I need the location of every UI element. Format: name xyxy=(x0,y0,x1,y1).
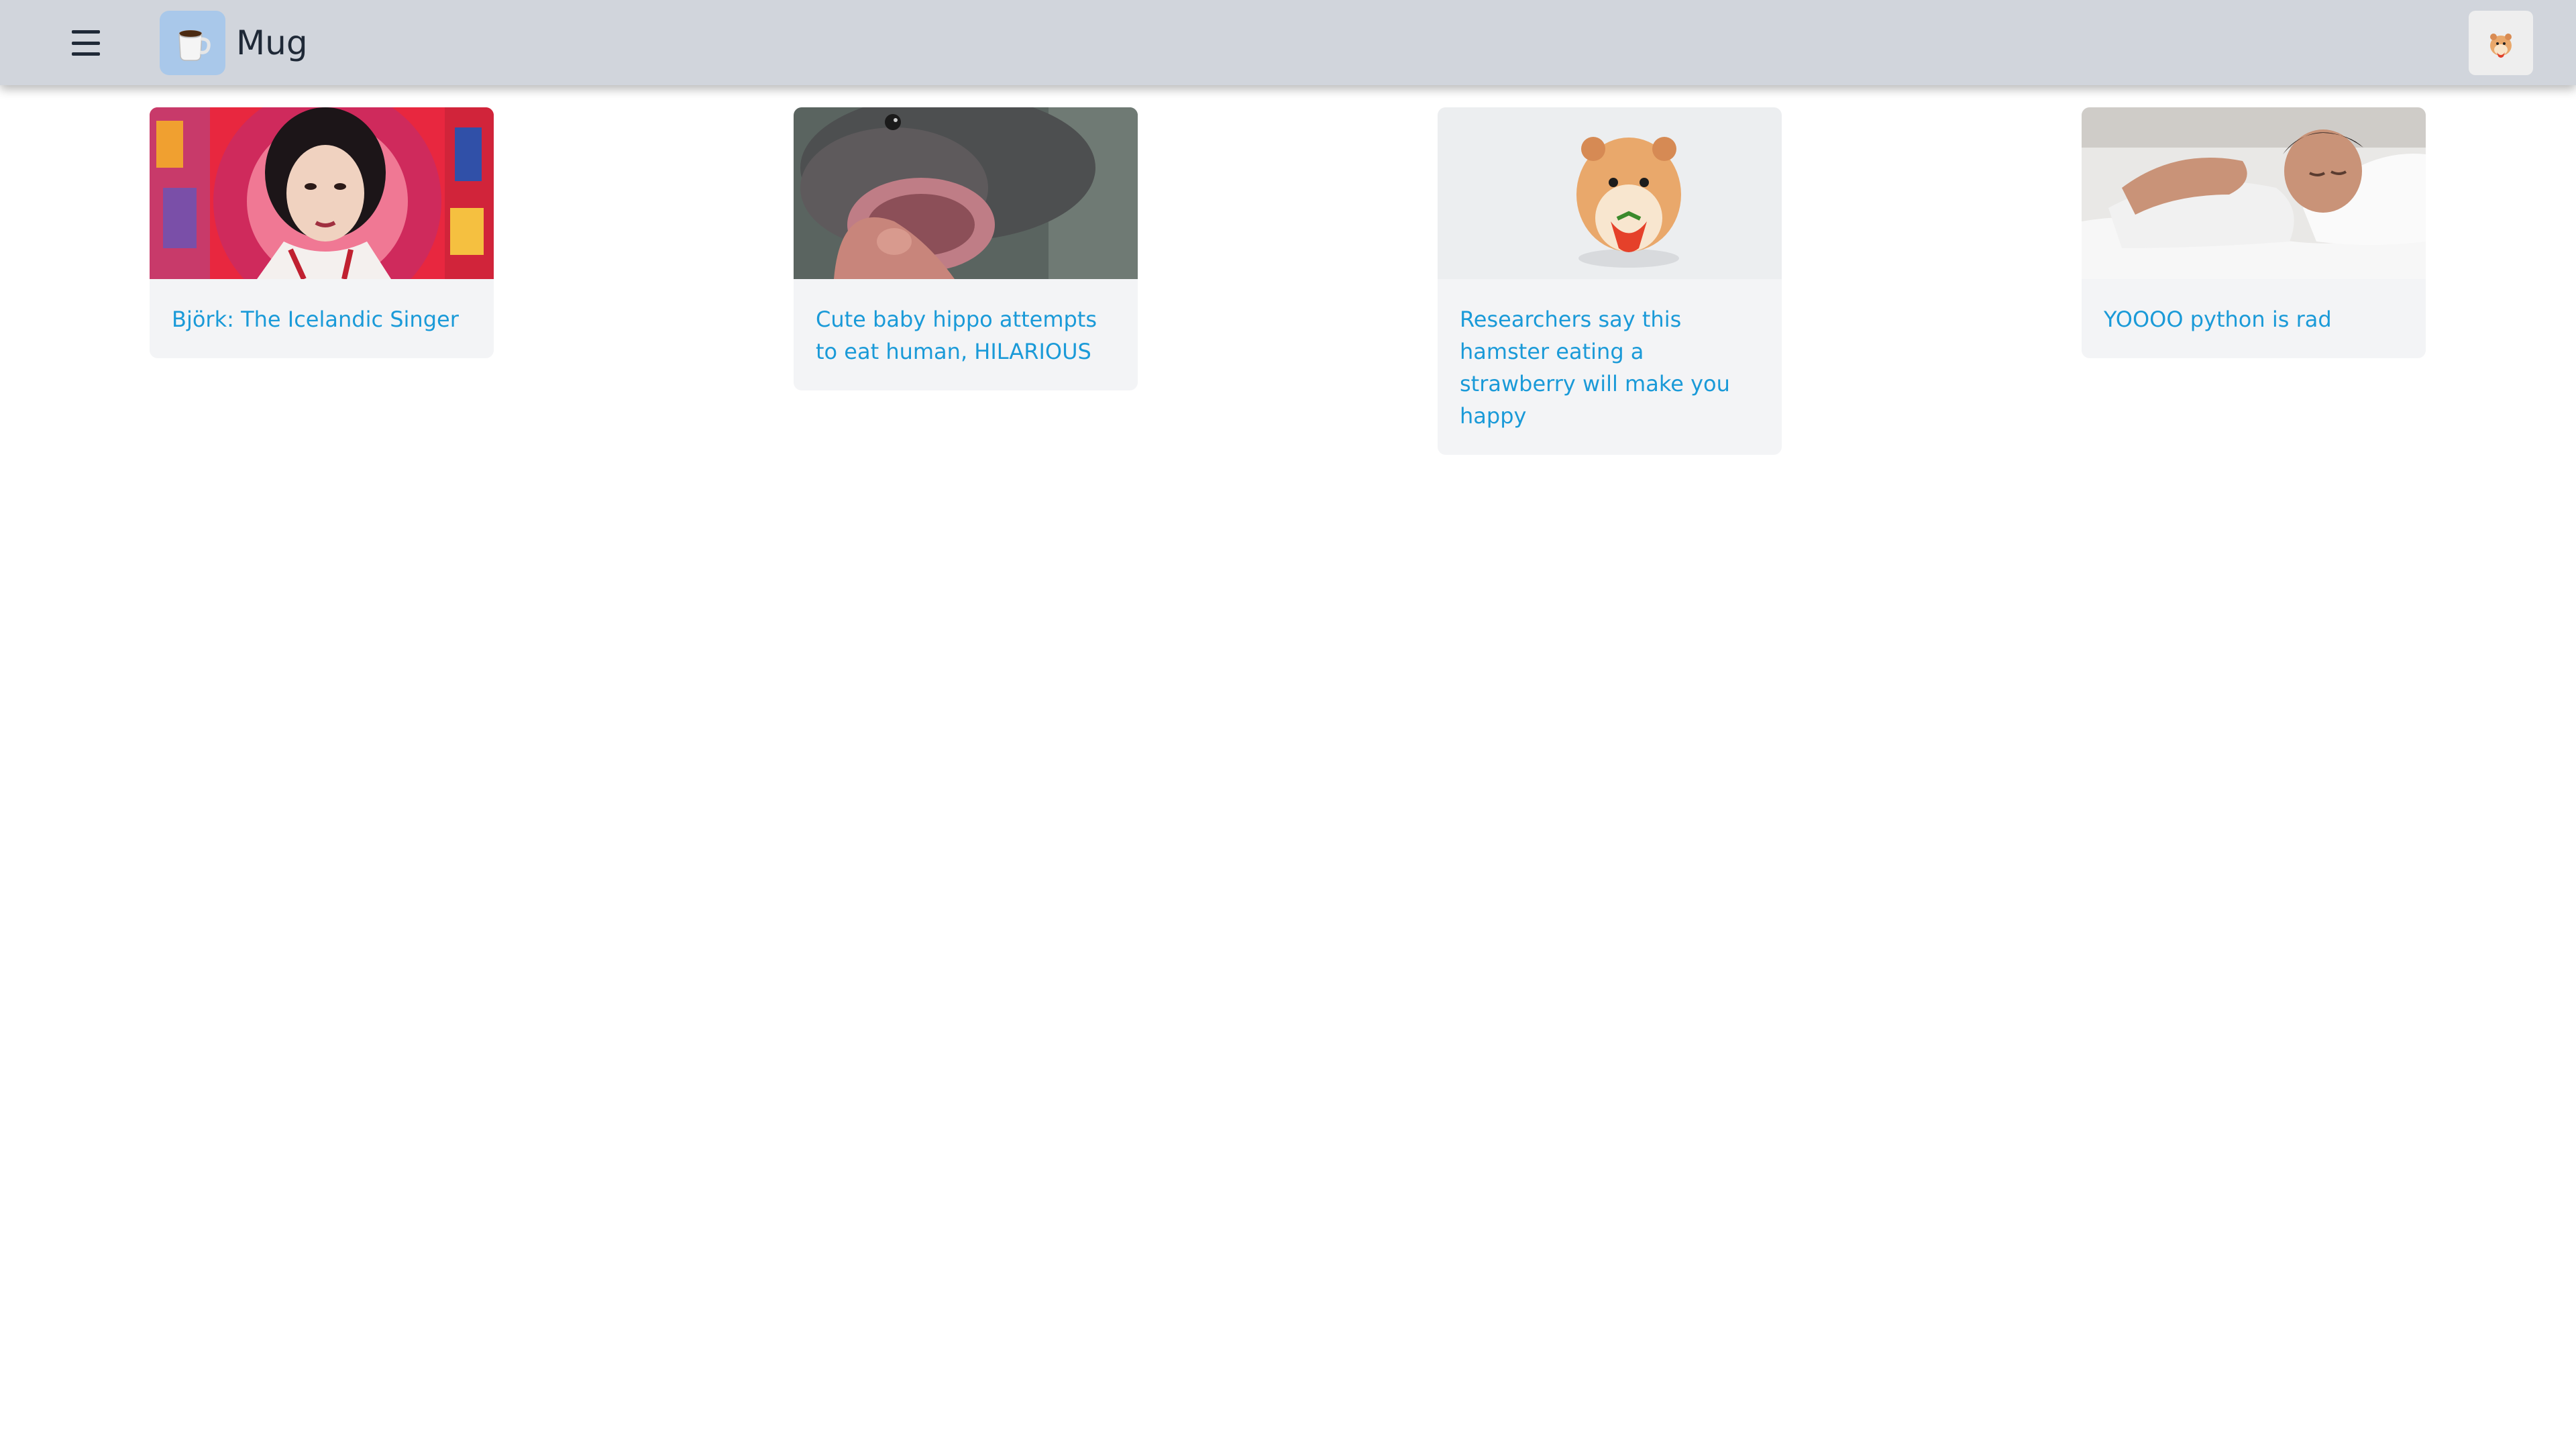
post-card[interactable]: YOOOO python is rad xyxy=(2082,107,2426,358)
hamster-strawberry-photo xyxy=(1438,107,1782,279)
baby-hippo-photo xyxy=(794,107,1138,279)
post-card[interactable]: Cute baby hippo attempts to eat human, H… xyxy=(794,107,1138,390)
menu-icon-line xyxy=(72,41,100,45)
top-app-bar: Mug xyxy=(0,0,2576,85)
singer-portrait-photo xyxy=(150,107,494,279)
post-title[interactable]: YOOOO python is rad xyxy=(2082,279,2426,358)
menu-icon-line xyxy=(72,30,100,34)
brand-home-link[interactable]: Mug xyxy=(160,11,308,75)
post-title[interactable]: Researchers say this hamster eating a st… xyxy=(1438,279,1782,455)
post-card[interactable]: Björk: The Icelandic Singer xyxy=(150,107,494,358)
user-avatar-button[interactable] xyxy=(2469,11,2533,75)
post-title[interactable]: Cute baby hippo attempts to eat human, H… xyxy=(794,279,1138,390)
sleeping-man-photo xyxy=(2082,107,2426,279)
coffee-mug-icon xyxy=(160,11,225,75)
hamster-avatar-icon xyxy=(2490,34,2512,58)
menu-icon-line xyxy=(72,52,100,56)
post-card[interactable]: Researchers say this hamster eating a st… xyxy=(1438,107,1782,455)
brand-name: Mug xyxy=(236,23,308,62)
menu-button[interactable] xyxy=(66,26,106,60)
post-title[interactable]: Björk: The Icelandic Singer xyxy=(150,279,494,358)
